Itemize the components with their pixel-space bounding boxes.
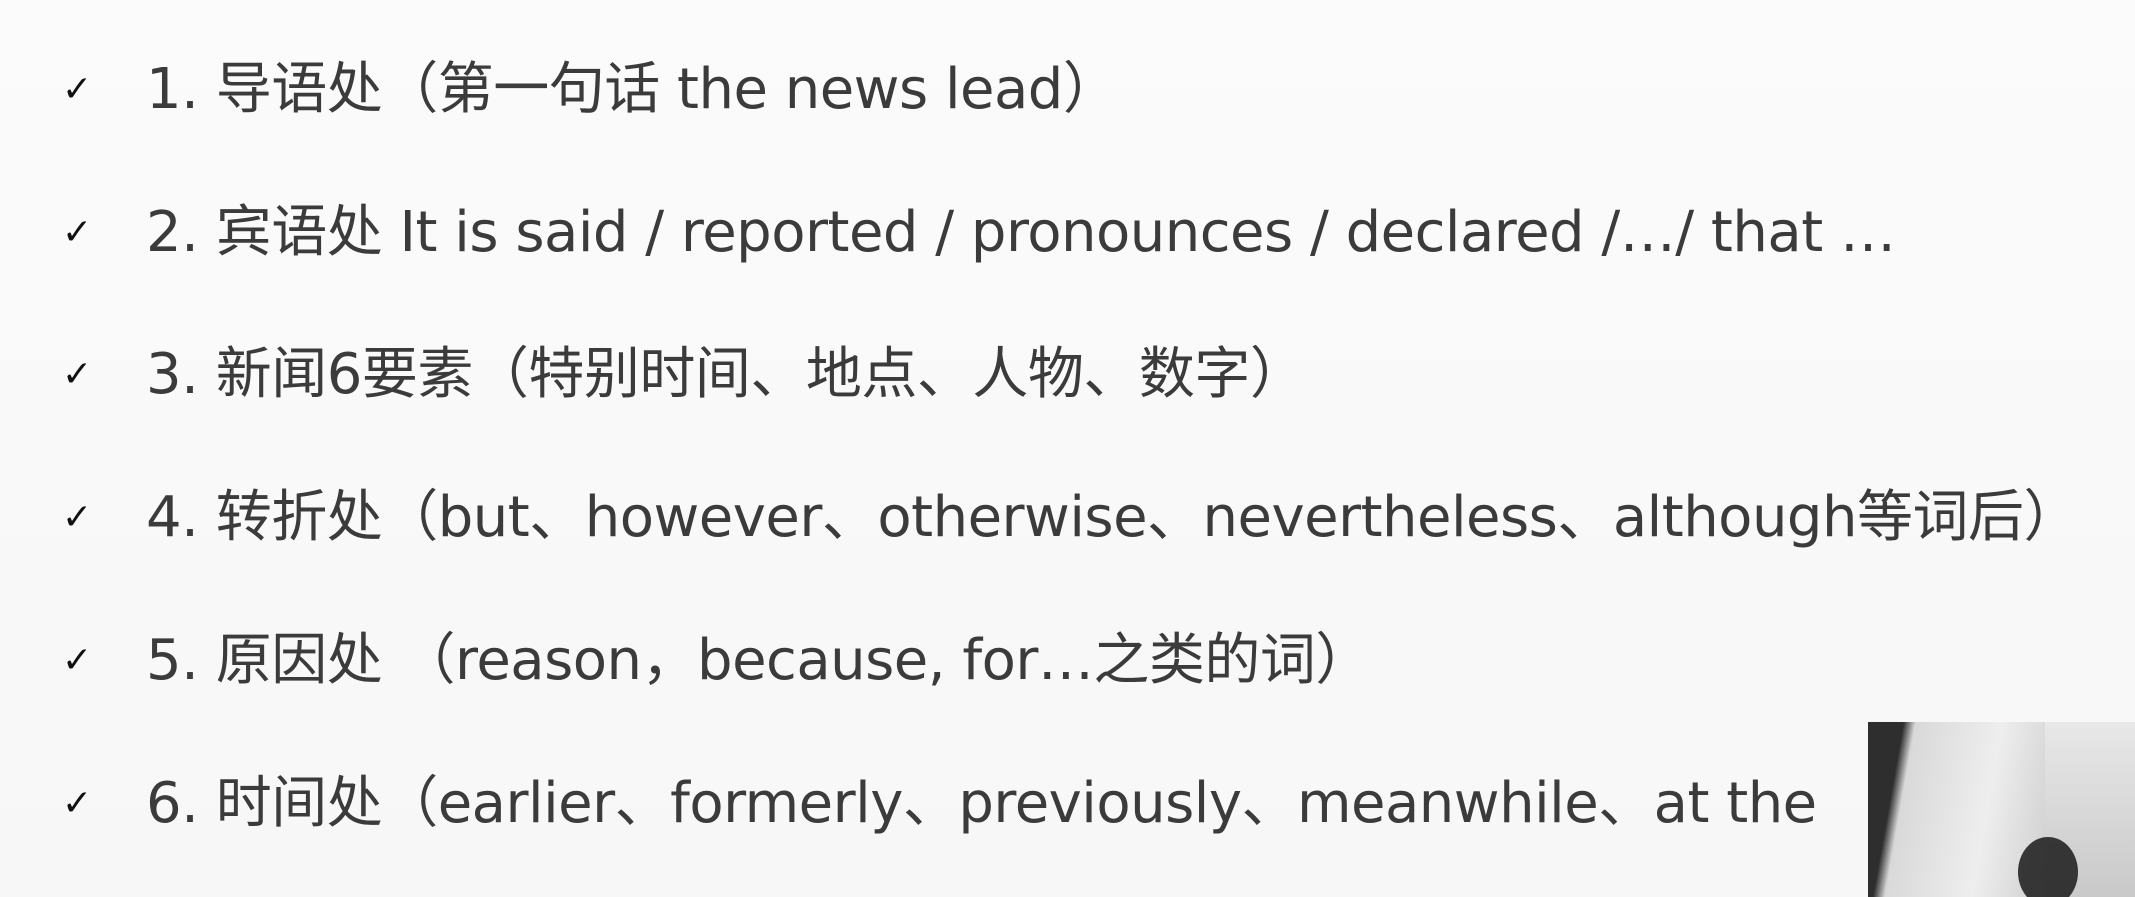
checkmark-icon: ✓	[62, 497, 93, 538]
checkmark-icon: ✓	[62, 354, 93, 395]
list-item-text: 1. 导语处（第一句话 the news lead）	[146, 57, 1119, 122]
slide: ✓ 1. 导语处（第一句话 the news lead） ✓ 2. 宾语处 It…	[0, 0, 2135, 897]
list-item: ✓ 3. 新闻6要素（特别时间、地点、人物、数字）	[62, 335, 1306, 415]
list-item: ✓ 6. 时间处（earlier、formerly、previously、mea…	[62, 764, 1817, 844]
checkmark-icon: ✓	[62, 212, 93, 253]
list-item-text: 2. 宾语处 It is said / reported / pronounce…	[146, 200, 1896, 265]
list-item-text: 6. 时间处（earlier、formerly、previously、meanw…	[146, 771, 1817, 836]
list-item: ✓ 4. 转折处（but、however、otherwise、neverthel…	[62, 478, 2079, 558]
list-item-text: 4. 转折处（but、however、otherwise、nevertheles…	[146, 485, 2079, 550]
list-item-text: 3. 新闻6要素（特别时间、地点、人物、数字）	[146, 342, 1306, 407]
list-item: ✓ 5. 原因处 （reason，because, for…之类的词）	[62, 621, 1371, 701]
checkmark-icon: ✓	[62, 783, 93, 824]
webcam-overlay	[1868, 722, 2135, 897]
checkmark-icon: ✓	[62, 640, 93, 681]
list-item-text: 5. 原因处 （reason，because, for…之类的词）	[146, 628, 1371, 693]
list-item: ✓ 1. 导语处（第一句话 the news lead）	[62, 50, 1119, 130]
list-item: ✓ 2. 宾语处 It is said / reported / pronoun…	[62, 193, 1896, 273]
checkmark-icon: ✓	[62, 69, 93, 110]
